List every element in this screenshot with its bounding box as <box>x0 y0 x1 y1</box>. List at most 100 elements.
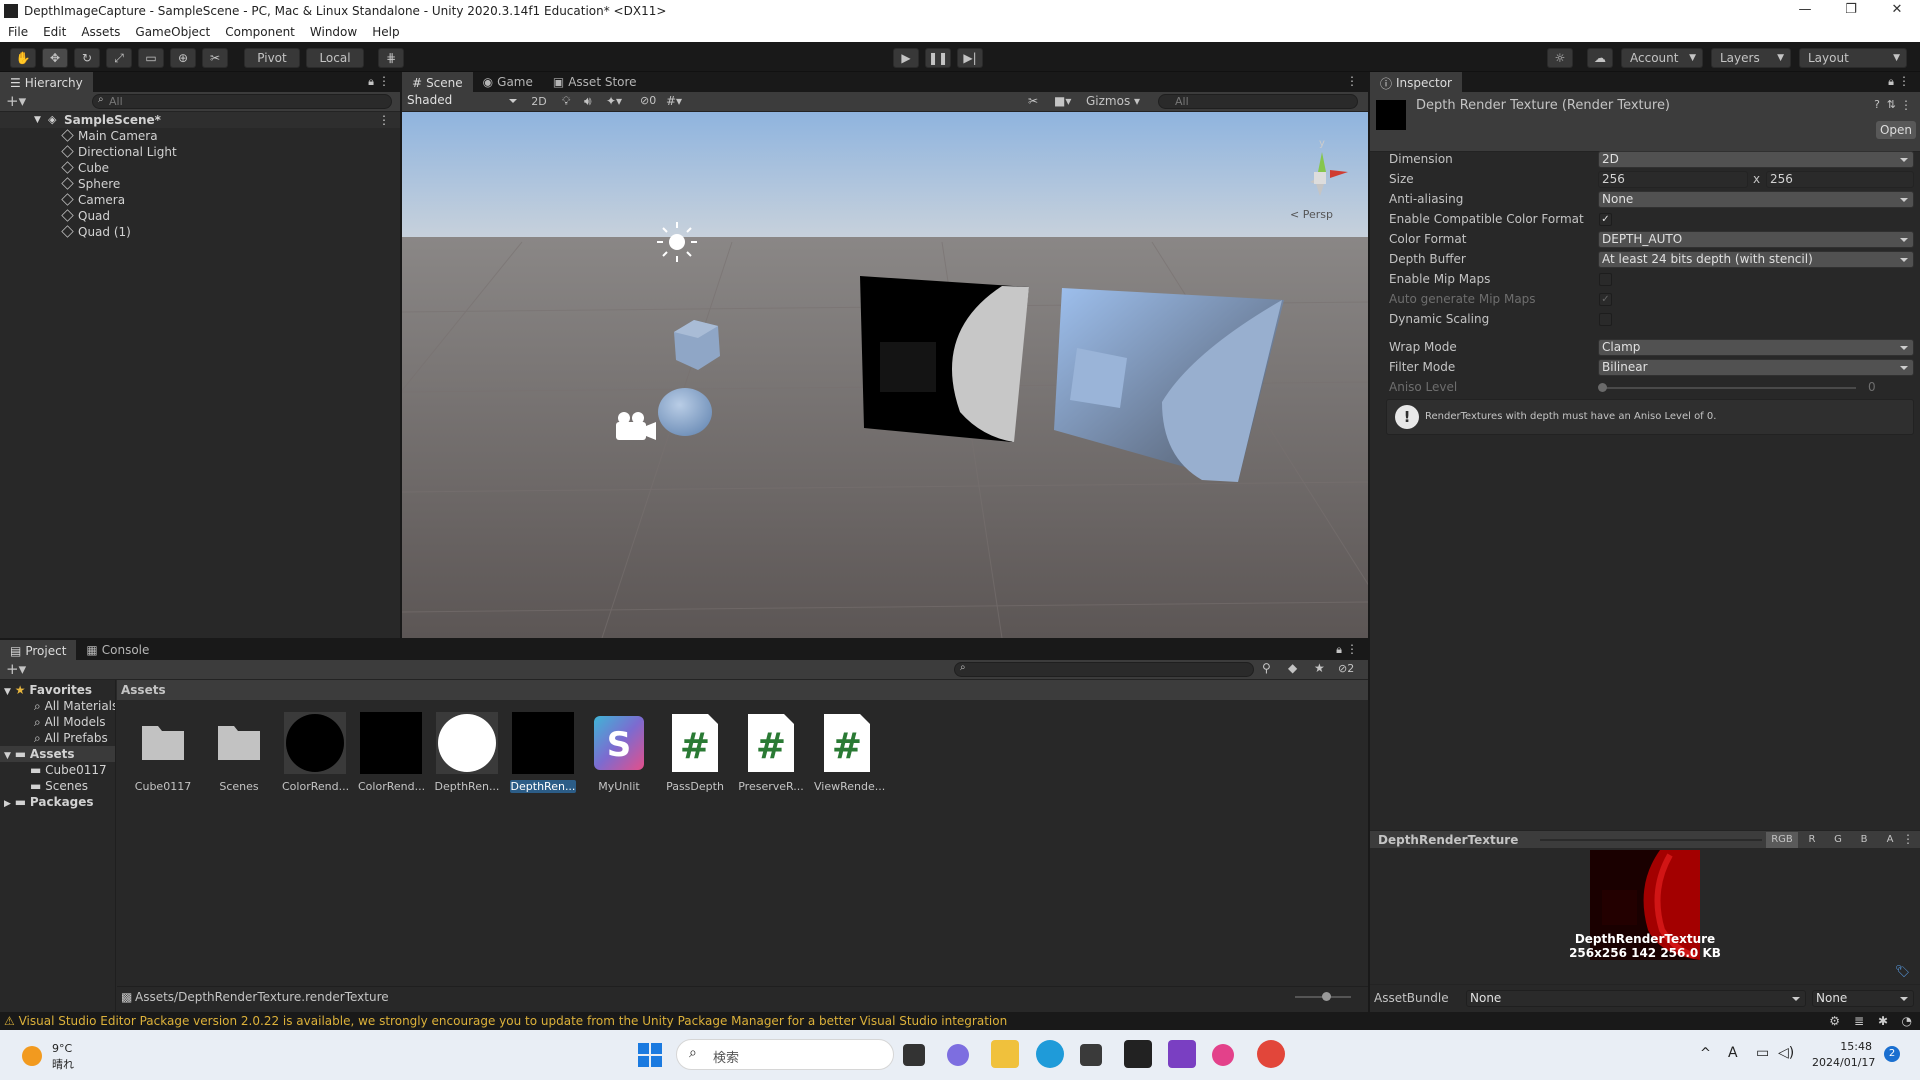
effects-icon[interactable]: ✦▾ <box>606 94 622 108</box>
expand-arrow-icon[interactable]: ▼ <box>34 112 41 128</box>
more-icon[interactable]: ⋮ <box>1346 74 1358 88</box>
cloud-icon[interactable]: ☁ <box>1587 48 1613 68</box>
assets-row[interactable]: ▼ ▬ Assets <box>0 746 115 762</box>
menu-gameobject[interactable]: GameObject <box>127 25 217 39</box>
layout-dropdown[interactable]: Layout ▼ <box>1799 48 1907 68</box>
network-icon[interactable]: ▭ <box>1756 1045 1769 1061</box>
grid-toggle-icon[interactable]: #▾ <box>666 94 682 108</box>
clock-date[interactable]: 2024/01/17 <box>1812 1056 1875 1069</box>
compatible-color-format-checkbox[interactable]: ✓ <box>1599 213 1612 226</box>
hierarchy-item[interactable]: Quad (1) <box>0 224 400 240</box>
layers-dropdown[interactable]: Layers ▼ <box>1711 48 1791 68</box>
more-icon[interactable]: ⋮ <box>1346 642 1358 656</box>
persp-label[interactable]: < Persp <box>1290 208 1333 221</box>
unity-hub-icon[interactable] <box>1080 1044 1102 1066</box>
scene-row[interactable]: ▼ ◈ SampleScene* ⋮ <box>0 112 400 128</box>
close-button[interactable]: ✕ <box>1874 0 1920 22</box>
grid-snap-icon[interactable]: ⋕ <box>378 48 404 68</box>
scene-search[interactable]: All <box>1158 94 1358 109</box>
hierarchy-item[interactable]: Camera <box>0 192 400 208</box>
audio-icon[interactable]: 🔊︎ <box>584 94 592 109</box>
account-dropdown[interactable]: Account ▼ <box>1621 48 1703 68</box>
channel-b-button[interactable]: B <box>1854 832 1874 848</box>
favorites-item[interactable]: ⌕ All Materials <box>0 698 115 714</box>
taskbar-search[interactable]: ⌕ 検索 <box>676 1039 894 1070</box>
lock-icon[interactable]: 🔒︎ <box>368 75 374 89</box>
favorites-item[interactable]: ⌕ All Prefabs <box>0 730 115 746</box>
status-bar[interactable]: ⚠ Visual Studio Editor Package version 2… <box>0 1012 1920 1030</box>
variant-dropdown[interactable]: None <box>1812 990 1914 1007</box>
assetbundle-dropdown[interactable]: None <box>1466 990 1806 1007</box>
channel-a-button[interactable]: A <box>1880 832 1900 848</box>
scale-tool-icon[interactable]: ⤢ <box>106 48 132 68</box>
tools-icon[interactable]: ✂ <box>1028 94 1038 108</box>
move-tool-icon[interactable]: ✥ <box>42 48 68 68</box>
tab-inspector[interactable]: ⓘ Inspector <box>1370 72 1462 92</box>
hierarchy-item[interactable]: Cube <box>0 160 400 176</box>
sphere-object[interactable] <box>658 388 712 436</box>
hierarchy-item[interactable]: Quad <box>0 208 400 224</box>
tab-scene[interactable]: # Scene <box>402 72 473 92</box>
asset-item[interactable]: # PreserveR... <box>738 712 804 793</box>
more-icon[interactable]: ⋮ <box>1902 832 1914 846</box>
services-icon[interactable]: ☼ <box>1547 48 1573 68</box>
add-icon[interactable]: +▾ <box>6 660 26 678</box>
open-button[interactable]: Open <box>1876 121 1916 139</box>
unity-editor-icon[interactable] <box>1124 1040 1152 1068</box>
packages-row[interactable]: ▶ ▬ Packages <box>0 794 115 810</box>
clock-time[interactable]: 15:48 <box>1812 1040 1872 1053</box>
asset-item[interactable]: # PassDepth <box>662 712 728 793</box>
menu-component[interactable]: Component <box>217 25 302 39</box>
breadcrumb-assets[interactable]: Assets <box>121 683 166 697</box>
size-width-field[interactable]: 256 <box>1598 171 1748 188</box>
depth-buffer-dropdown[interactable]: At least 24 bits depth (with stencil) <box>1598 251 1914 268</box>
project-search[interactable] <box>954 662 1254 677</box>
debug-icon[interactable]: ⚙ <box>1829 1012 1840 1030</box>
rect-tool-icon[interactable]: ▭ <box>138 48 164 68</box>
filter-label-icon[interactable]: ◆ <box>1288 661 1297 675</box>
folder-item[interactable]: ▬ Scenes <box>0 778 115 794</box>
hierarchy-item[interactable]: Main Camera <box>0 128 400 144</box>
camera-icon[interactable]: ■▾ <box>1054 94 1071 108</box>
maximize-button[interactable]: ❐ <box>1828 0 1874 22</box>
channel-g-button[interactable]: G <box>1828 832 1848 848</box>
favorite-star-icon[interactable]: ★ <box>1314 661 1325 675</box>
menu-help[interactable]: Help <box>364 25 406 39</box>
tab-project[interactable]: ▤ Project <box>0 640 77 660</box>
chat-icon[interactable] <box>947 1044 969 1066</box>
weather-icon[interactable] <box>22 1046 42 1066</box>
asset-item[interactable]: DepthRen... <box>434 712 500 793</box>
asset-item[interactable]: ColorRend... <box>282 712 349 793</box>
dimension-dropdown[interactable]: 2D <box>1598 151 1914 168</box>
auto-refresh-icon[interactable]: ◔ <box>1902 1012 1912 1030</box>
anti-aliasing-dropdown[interactable]: None <box>1598 191 1914 208</box>
notification-badge[interactable]: 2 <box>1884 1046 1900 1062</box>
favorites-item[interactable]: ⌕ All Models <box>0 714 115 730</box>
more-icon[interactable]: ⋮ <box>378 74 390 88</box>
hand-tool-icon[interactable]: ✋ <box>10 48 36 68</box>
hidden-packages-icon[interactable]: ⊘2 <box>1338 662 1354 675</box>
minimize-button[interactable]: — <box>1782 0 1828 22</box>
lock-icon[interactable]: 🔒︎ <box>1336 643 1342 657</box>
menu-window[interactable]: Window <box>302 25 364 39</box>
chevron-up-icon[interactable]: ^ <box>1700 1046 1711 1061</box>
lock-icon[interactable]: 🔒︎ <box>1888 75 1894 89</box>
menu-assets[interactable]: Assets <box>73 25 127 39</box>
shading-dropdown[interactable]: Shaded <box>404 93 522 110</box>
asset-item-selected[interactable]: DepthRen... <box>510 712 576 793</box>
folder-item[interactable]: ▬ Cube0117 <box>0 762 115 778</box>
step-button[interactable]: ▶| <box>957 48 983 68</box>
asset-item[interactable]: S MyUnlit <box>586 712 652 793</box>
menu-edit[interactable]: Edit <box>35 25 73 39</box>
asset-item[interactable]: # ViewRende... <box>814 712 885 793</box>
asset-item[interactable]: Scenes <box>206 712 272 793</box>
asset-item[interactable]: Cube0117 <box>130 712 196 793</box>
play-button[interactable]: ▶ <box>893 48 919 68</box>
hierarchy-item[interactable]: Directional Light <box>0 144 400 160</box>
channel-rgb-button[interactable]: RGB <box>1766 832 1798 848</box>
slack-icon[interactable] <box>1212 1044 1234 1066</box>
transform-tool-icon[interactable]: ⊕ <box>170 48 196 68</box>
hierarchy-search[interactable]: All <box>92 94 392 109</box>
volume-icon[interactable]: ◁) <box>1778 1045 1794 1061</box>
lighting-icon[interactable]: 💡︎ <box>562 94 570 109</box>
